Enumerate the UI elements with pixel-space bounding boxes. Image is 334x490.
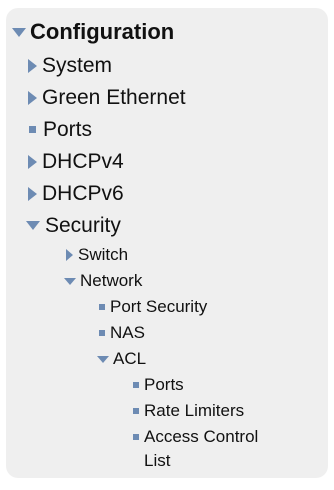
triangle-right-icon [28, 154, 37, 169]
navigation-tree: Configuration System Green Ethernet Port… [6, 8, 328, 478]
tree-item-green-ethernet[interactable]: Green Ethernet [28, 86, 186, 109]
square-bullet-icon [99, 330, 105, 337]
tree-item-label: DHCPv4 [42, 150, 124, 173]
tree-item-system[interactable]: System [28, 54, 112, 77]
tree-item-acl[interactable]: ACL [97, 349, 147, 369]
square-bullet-icon [99, 304, 105, 311]
tree-item-label: System [42, 54, 113, 77]
triangle-right-icon [28, 90, 37, 105]
triangle-right-icon [66, 249, 73, 262]
tree-item-dhcpv4[interactable]: DHCPv4 [28, 150, 124, 173]
tree-item-label: Security [45, 214, 121, 237]
triangle-down-icon [12, 27, 26, 37]
tree-item-label: Rate Limiters [144, 401, 245, 420]
tree-item-label: Access Control [144, 427, 259, 446]
tree-item-acl-ports[interactable]: Ports [133, 375, 184, 395]
tree-item-label: Switch [78, 245, 129, 264]
tree-item-nas[interactable]: NAS [99, 323, 145, 343]
tree-item-label: Network [80, 271, 143, 290]
tree-item-label: NAS [110, 323, 145, 342]
tree-item-access-control-list[interactable]: Access Control [133, 427, 259, 447]
tree-item-port-security[interactable]: Port Security [99, 297, 208, 317]
tree-item-label: Ports [144, 375, 184, 394]
square-bullet-icon [133, 434, 139, 441]
tree-item-label: Port Security [110, 297, 208, 316]
tree-item-label: DHCPv6 [42, 182, 124, 205]
tree-item-configuration[interactable]: Configuration [12, 19, 175, 44]
tree-item-rate-limiters[interactable]: Rate Limiters [133, 401, 245, 421]
tree-item-label: Green Ethernet [42, 86, 186, 109]
tree-item-dhcpv6[interactable]: DHCPv6 [28, 182, 124, 205]
square-bullet-icon [133, 408, 139, 415]
tree-item-switch[interactable]: Switch [66, 245, 129, 265]
tree-item-security[interactable]: Security [26, 214, 121, 237]
triangle-down-icon [64, 277, 76, 285]
square-bullet-icon [29, 126, 36, 134]
tree-item-label: List [144, 451, 171, 470]
square-bullet-icon [133, 382, 139, 389]
tree-item-label: Ports [43, 118, 93, 141]
triangle-right-icon [28, 186, 37, 201]
tree-item-ports[interactable]: Ports [29, 118, 92, 141]
tree-item-access-control-list-continued[interactable]: List [144, 451, 171, 471]
triangle-right-icon [28, 58, 37, 73]
triangle-down-icon [97, 355, 109, 363]
tree-item-label: Configuration [30, 19, 175, 44]
tree-item-network[interactable]: Network [64, 271, 143, 291]
triangle-down-icon [26, 221, 40, 231]
tree-item-label: ACL [113, 349, 147, 368]
